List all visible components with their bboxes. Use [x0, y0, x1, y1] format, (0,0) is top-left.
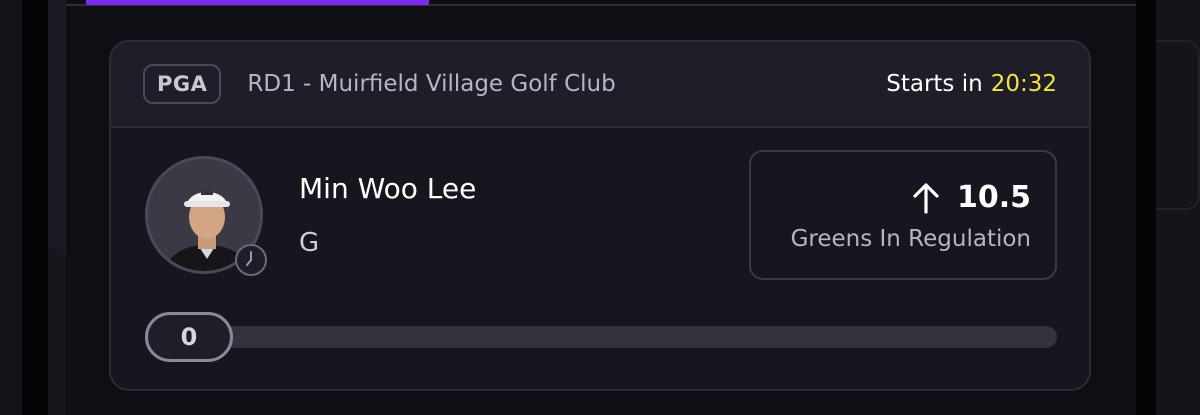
stat-projection-box[interactable]: 10.5 Greens In Regulation — [749, 150, 1057, 280]
active-tab-indicator — [86, 0, 429, 5]
stat-label: Greens In Regulation — [790, 226, 1031, 252]
event-name: RD1 - Muirfield Village Golf Club — [247, 71, 616, 97]
left-panel — [0, 0, 22, 415]
clock-icon — [235, 244, 267, 276]
progress-track — [147, 326, 1057, 348]
start-countdown: Starts in 20:32 — [886, 71, 1057, 97]
progress-count: 0 — [145, 312, 233, 362]
stat-value: 10.5 — [956, 180, 1031, 215]
right-divider — [1136, 0, 1156, 415]
starts-label: Starts in — [886, 71, 983, 97]
player-position: G — [299, 228, 320, 258]
league-badge: PGA — [143, 64, 222, 104]
countdown-time: 20:32 — [990, 71, 1057, 97]
projection-card[interactable]: PGA RD1 - Muirfield Village Golf Club St… — [109, 40, 1091, 391]
left-divider — [22, 0, 48, 415]
player-row: Min Woo Lee G 10.5 Greens In Regulation — [111, 128, 1089, 308]
card-header: PGA RD1 - Muirfield Village Golf Club St… — [111, 42, 1089, 128]
arrow-up-icon — [913, 182, 939, 214]
adjacent-card-left — [48, 248, 66, 415]
stat-line: 10.5 — [911, 180, 1031, 215]
player-name: Min Woo Lee — [299, 172, 477, 205]
adjacent-card-right — [1156, 40, 1200, 210]
